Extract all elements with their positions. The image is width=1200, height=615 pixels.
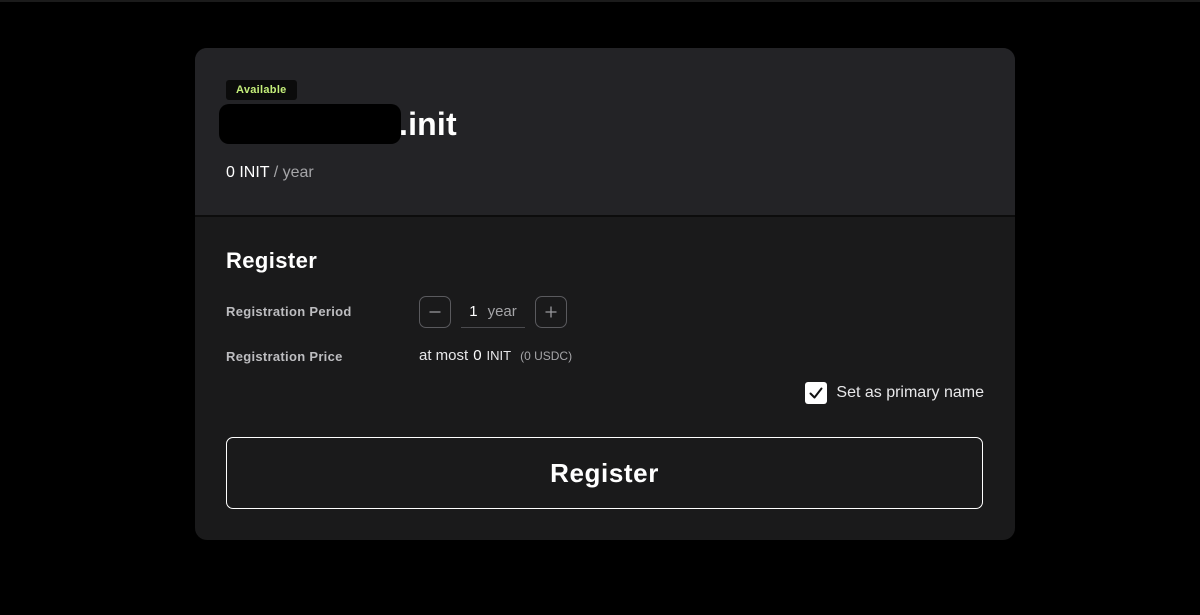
domain-suffix: .init <box>399 105 457 142</box>
page: Available .init 0 INIT / year Register R… <box>0 0 1200 615</box>
yearly-price: 0 INIT / year <box>226 163 314 183</box>
primary-name-checkbox[interactable] <box>805 382 828 404</box>
period-unit: year <box>487 303 517 320</box>
price-prefix: at most <box>419 347 469 364</box>
registration-period-label: Registration Period <box>226 304 352 319</box>
redacted-name-block <box>219 104 401 144</box>
status-badge: Available <box>226 80 297 100</box>
period-value: 1 <box>469 303 478 320</box>
price-amount: 0 <box>473 347 482 364</box>
plus-icon <box>545 306 557 318</box>
yearly-price-amount: 0 INIT <box>226 164 270 181</box>
domain-header: Available .init 0 INIT / year <box>195 48 1015 217</box>
minus-icon <box>429 311 441 313</box>
register-section-title: Register <box>226 248 318 273</box>
price-unit: INIT <box>486 348 512 363</box>
decrement-button[interactable] <box>419 296 451 328</box>
register-button[interactable]: Register <box>226 437 983 509</box>
price-usdc: (0 USDC) <box>520 349 573 363</box>
registration-card: Available .init 0 INIT / year Register R… <box>195 48 1015 540</box>
registration-period-stepper: 1 year <box>419 295 567 329</box>
yearly-price-period: / year <box>273 164 314 181</box>
increment-button[interactable] <box>535 296 567 328</box>
registration-price-value: at most 0 INIT (0 USDC) <box>419 347 572 364</box>
domain-name: .init <box>219 104 457 144</box>
period-value-field[interactable]: 1 year <box>461 297 525 328</box>
checkmark-icon <box>809 387 823 399</box>
primary-name-label: Set as primary name <box>836 384 984 401</box>
registration-price-label: Registration Price <box>226 349 343 364</box>
primary-name-toggle[interactable]: Set as primary name <box>805 382 984 404</box>
